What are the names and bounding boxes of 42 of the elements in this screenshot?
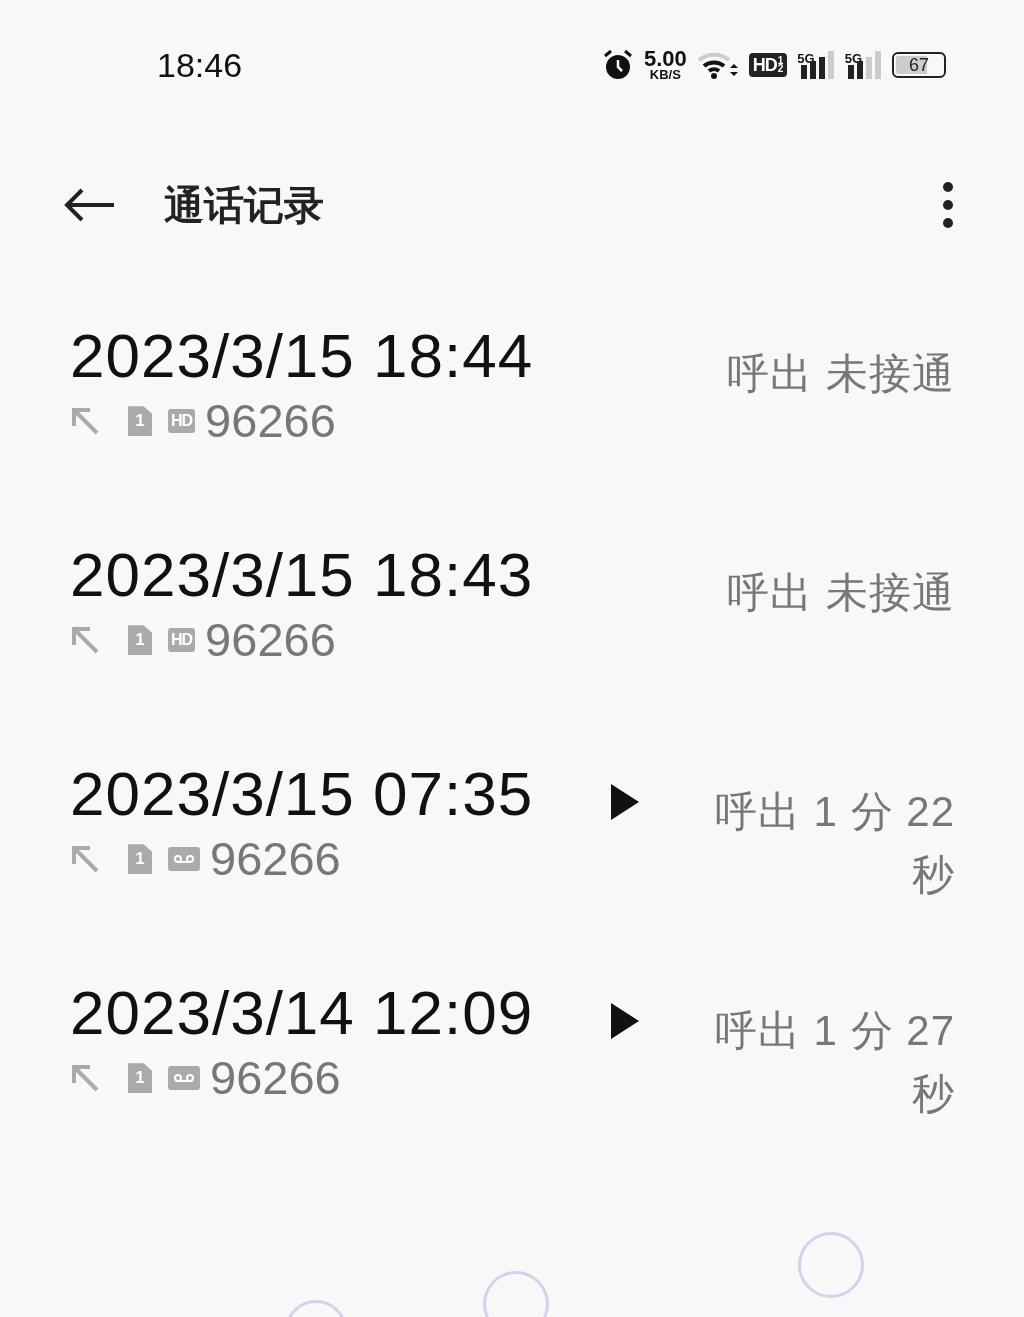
call-status: 呼出 未接通 — [726, 349, 955, 399]
sim-number: 1 — [135, 1068, 145, 1089]
network-speed: 5.00 — [643, 49, 687, 70]
page-title: 通话记录 — [164, 181, 325, 229]
clock-time: 18:46 — [157, 45, 243, 85]
back-button[interactable] — [64, 187, 116, 223]
outgoing-arrow-icon — [70, 1063, 100, 1094]
bubble — [798, 1232, 864, 1298]
call-datetime: 2023/3/15 18:44 — [70, 320, 535, 392]
recording-icon — [168, 1066, 200, 1091]
wifi-icon — [696, 50, 739, 80]
sim-number: 1 — [135, 411, 145, 432]
hd-call-badge: HD — [168, 409, 196, 434]
outgoing-arrow-icon — [70, 625, 100, 656]
outgoing-arrow-icon — [70, 406, 100, 437]
speed-unit: KB/S — [649, 69, 681, 81]
call-datetime: 2023/3/15 07:35 — [70, 758, 535, 830]
hd-superscript: 1 — [777, 57, 784, 65]
sim-number: 1 — [135, 849, 145, 870]
more-menu-button[interactable] — [942, 181, 954, 229]
call-log-row[interactable]: 2023/3/15 07:35 1 96266 呼出 1 分 22 秒 — [0, 758, 1024, 977]
recording-icon — [168, 847, 200, 872]
call-status: 呼出 1 分 27 秒 — [713, 1006, 955, 1119]
call-datetime: 2023/3/14 12:09 — [70, 977, 535, 1049]
battery-level: 67 — [909, 54, 929, 76]
hd-label: HD — [752, 54, 777, 76]
phone-number: 96266 — [210, 833, 341, 885]
call-status: 呼出 未接通 — [726, 568, 955, 618]
hd-call-badge: HD — [168, 628, 196, 653]
call-datetime: 2023/3/15 18:43 — [70, 539, 535, 611]
alarm-icon — [601, 49, 634, 81]
phone-number: 96266 — [210, 1052, 341, 1104]
phone-number: 96266 — [205, 614, 336, 666]
call-log-row[interactable]: 2023/3/15 18:43 1 HD 96266 呼出 未接通 — [0, 539, 1024, 758]
signal-icon — [800, 51, 835, 79]
phone-number: 96266 — [205, 395, 336, 447]
call-log-row[interactable]: 2023/3/15 18:44 1 HD 96266 呼出 未接通 — [0, 320, 1024, 539]
outgoing-arrow-icon — [70, 844, 100, 875]
call-status: 呼出 1 分 22 秒 — [713, 787, 955, 900]
sim-number: 1 — [135, 630, 145, 651]
call-log-row[interactable]: 2023/3/14 12:09 1 96266 呼出 1 分 27 秒 — [0, 977, 1024, 1196]
hd-subscript: 2 — [777, 65, 784, 73]
